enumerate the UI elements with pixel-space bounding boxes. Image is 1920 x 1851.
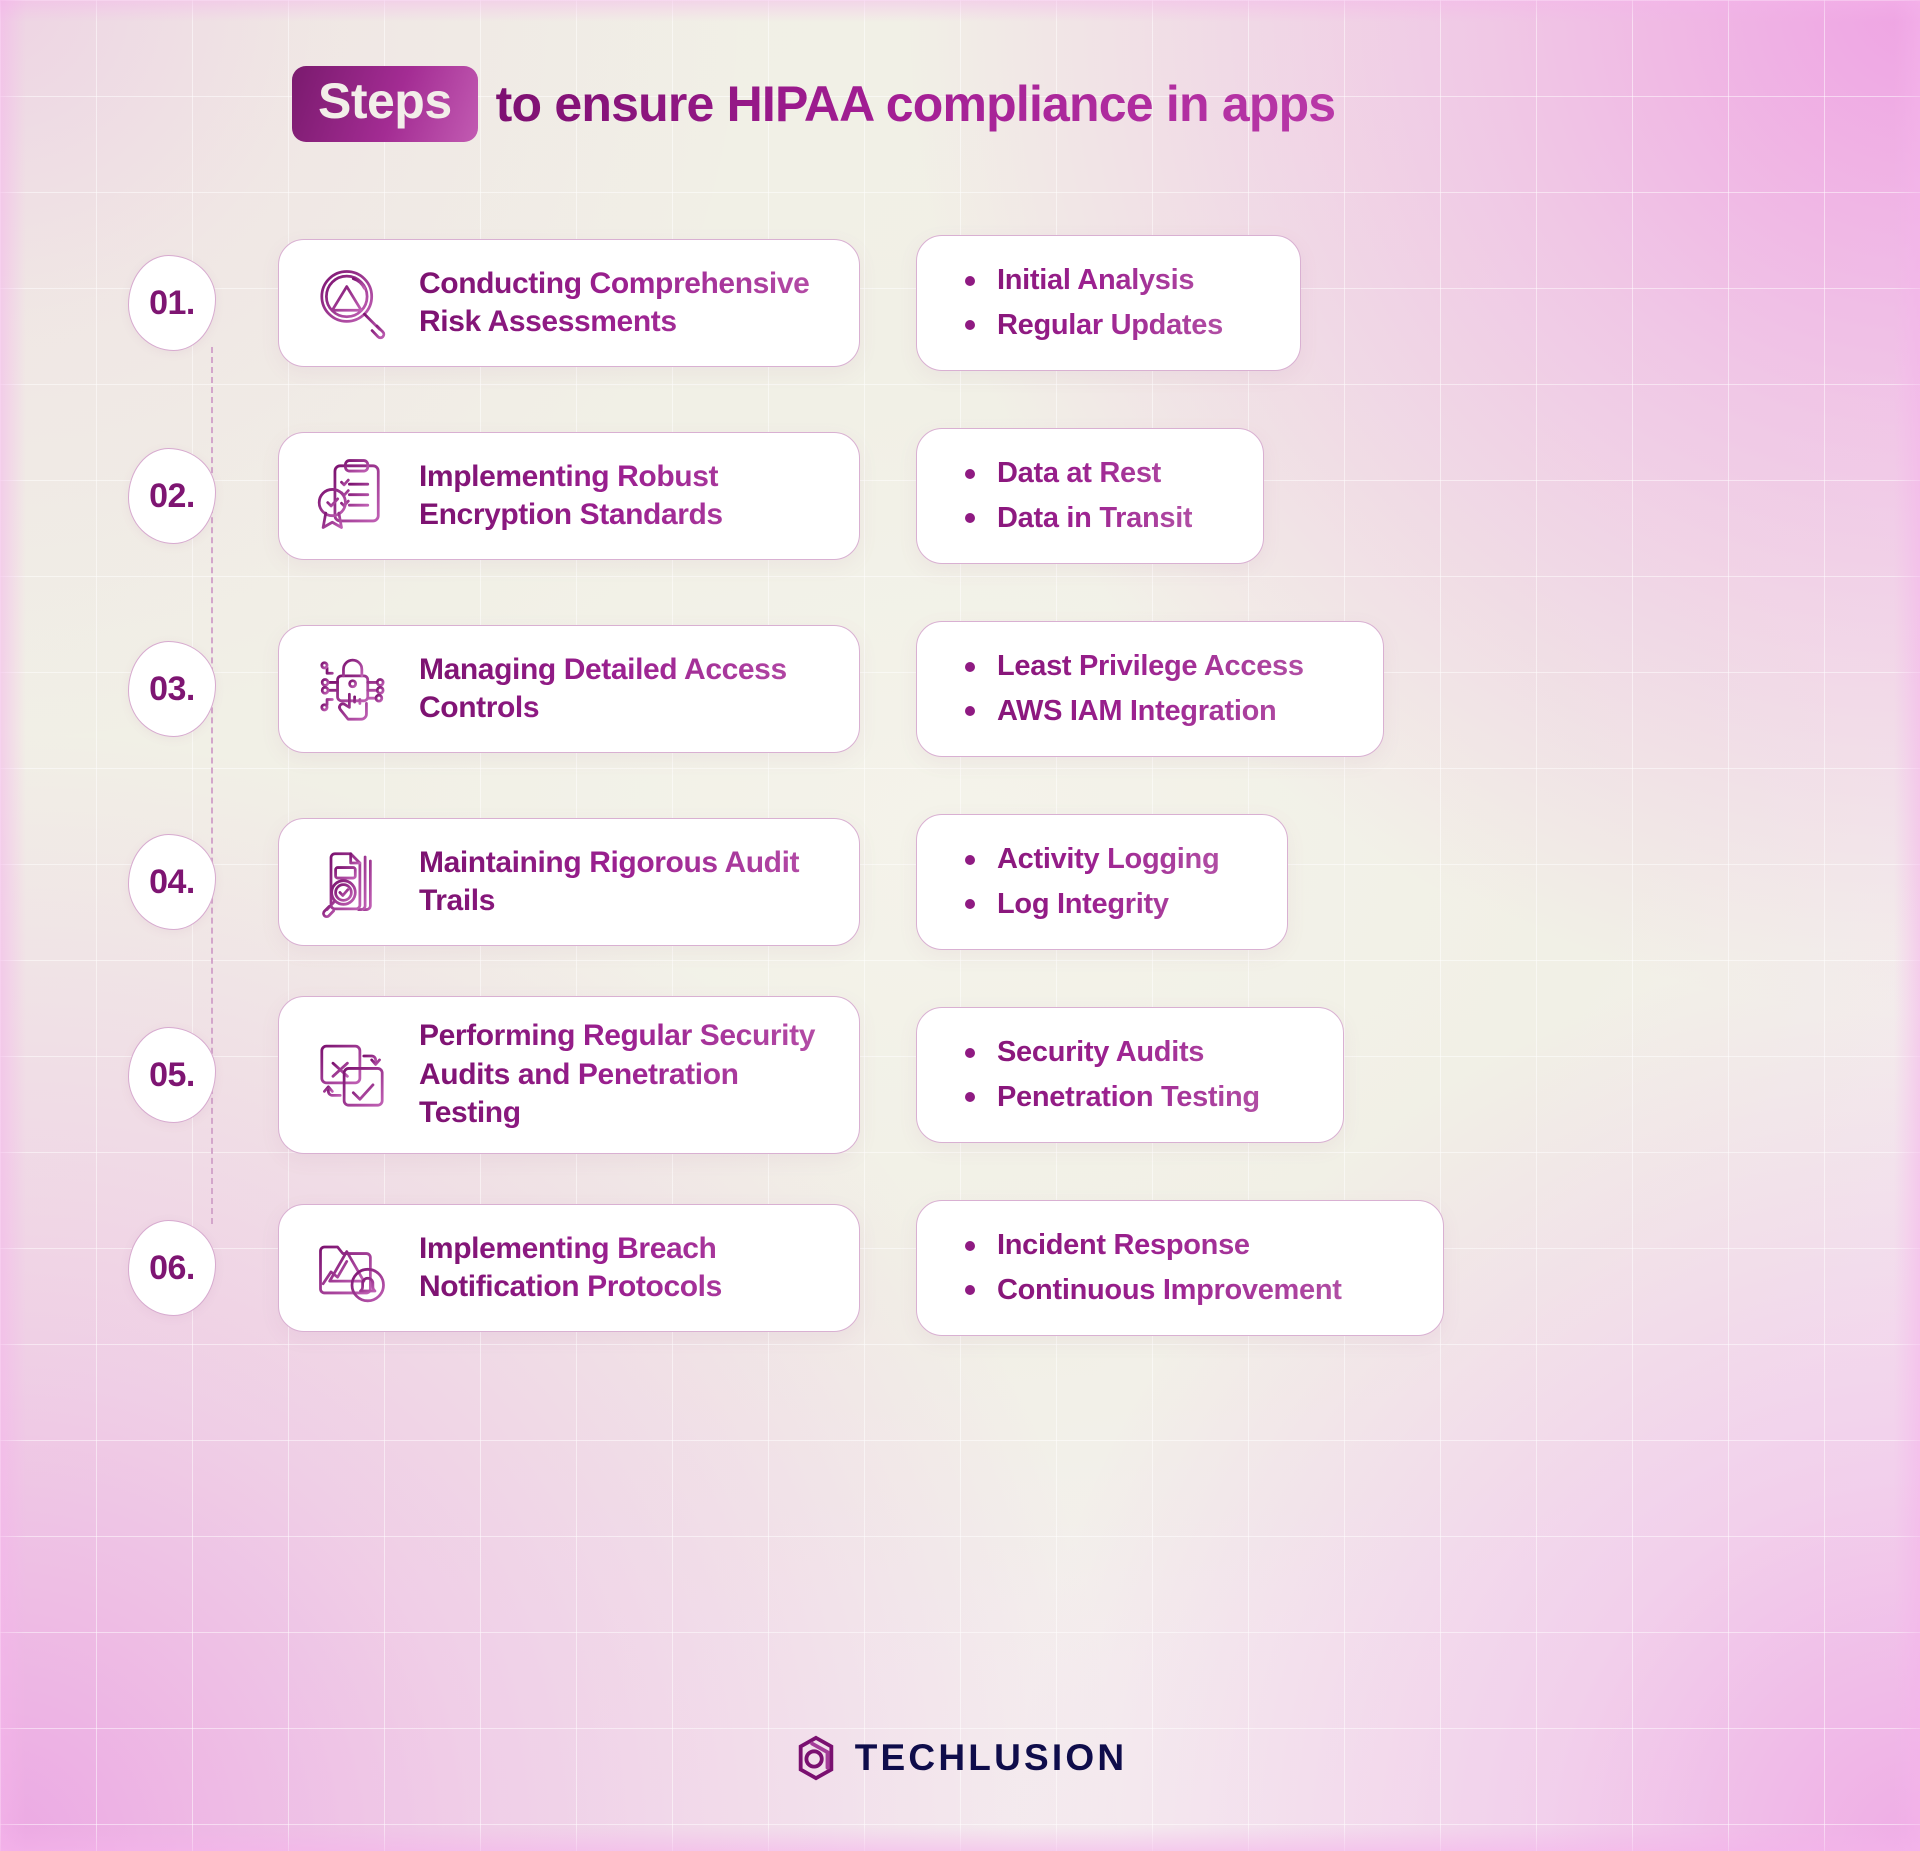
step-row: 02. Implementing Robust Encryption Stand… — [0, 421, 1920, 571]
bullet-item: Continuous Improvement — [961, 1268, 1342, 1313]
step-title-card[interactable]: Implementing Robust Encryption Standards — [278, 432, 860, 560]
step-row: 05. Performing Regular Security Audits a… — [0, 996, 1920, 1154]
encryption-checklist-badge-icon — [309, 453, 395, 539]
step-bullets-card[interactable]: Security Audits Penetration Testing — [916, 1007, 1344, 1143]
bullet-list: Initial Analysis Regular Updates — [961, 258, 1223, 348]
risk-assessment-magnifier-warning-icon — [309, 260, 395, 346]
step-row: 06. Implementing Breach Notification Pro… — [0, 1193, 1920, 1343]
bullet-item: Activity Logging — [961, 837, 1220, 882]
step-bullets-card[interactable]: Activity Logging Log Integrity — [916, 814, 1288, 950]
bullet-item: Data at Rest — [961, 451, 1192, 496]
bullet-item: Log Integrity — [961, 882, 1219, 927]
security-audit-windows-check-cross-icon — [309, 1032, 395, 1118]
step-number: 02. — [149, 476, 195, 515]
breach-notification-folder-bell-icon — [309, 1225, 395, 1311]
bullet-list: Least Privilege Access AWS IAM Integratio… — [961, 644, 1304, 734]
step-number-badge: 02. — [128, 448, 216, 544]
brand-name: TECHLUSION — [854, 1737, 1128, 1778]
bullet-list: Incident Response Continuous Improvement — [961, 1223, 1342, 1313]
step-bullets-card[interactable]: Initial Analysis Regular Updates — [916, 235, 1301, 371]
audit-documents-magnifier-check-icon — [309, 839, 395, 925]
access-control-lock-circuit-icon — [309, 646, 395, 732]
bullet-item: Regular Updates — [961, 303, 1223, 348]
step-title-card[interactable]: Maintaining Rigorous Audit Trails — [278, 818, 860, 946]
step-title-card[interactable]: Conducting Comprehensive Risk Assessment… — [278, 239, 860, 367]
step-title: Implementing Robust Encryption Standards — [419, 458, 835, 535]
bullet-list: Data at Rest Data in Transit — [961, 451, 1193, 541]
step-row: 04. Maintaining Rigorous Audit Trails Ac… — [0, 807, 1920, 957]
step-number-badge: 05. — [128, 1027, 216, 1123]
step-number: 03. — [149, 669, 195, 708]
bullet-item: Security Audits — [961, 1030, 1260, 1075]
page-title: to ensure HIPAA compliance in apps — [495, 76, 1336, 132]
bullet-item: Data in Transit — [961, 496, 1193, 541]
bullet-list: Security Audits Penetration Testing — [961, 1030, 1260, 1120]
step-bullets-card[interactable]: Incident Response Continuous Improvement — [916, 1200, 1444, 1336]
bullet-item: Initial Analysis — [961, 258, 1223, 303]
infographic-page: Steps to ensure HIPAA compliance in apps… — [0, 0, 1920, 1851]
bullet-item: Penetration Testing — [961, 1075, 1260, 1120]
bullet-item: AWS IAM Integration — [961, 689, 1304, 734]
techlusion-hexagon-logo-icon — [793, 1735, 839, 1781]
step-number: 01. — [149, 283, 195, 322]
bullet-item: Least Privilege Access — [961, 644, 1304, 689]
step-row: 01. Conducting Comprehensive Risk Assess… — [0, 228, 1920, 378]
step-number-badge: 03. — [128, 641, 216, 737]
step-number: 05. — [149, 1055, 195, 1094]
step-number-badge: 04. — [128, 834, 216, 930]
step-number: 04. — [149, 862, 195, 901]
step-number-badge: 06. — [128, 1220, 216, 1316]
step-title: Performing Regular Security Audits and P… — [419, 1017, 835, 1132]
step-row: 03. Managing Detailed Access Controls Le… — [0, 614, 1920, 764]
step-title-card[interactable]: Managing Detailed Access Controls — [278, 625, 860, 753]
bullet-item: Incident Response — [961, 1223, 1342, 1268]
step-number: 06. — [149, 1248, 195, 1287]
page-header: Steps to ensure HIPAA compliance in apps — [292, 66, 1336, 142]
bullet-list: Activity Logging Log Integrity — [961, 837, 1220, 927]
step-title: Maintaining Rigorous Audit Trails — [419, 844, 835, 921]
steps-pill-label: Steps — [292, 66, 478, 142]
step-title-card[interactable]: Performing Regular Security Audits and P… — [278, 996, 860, 1154]
step-title: Conducting Comprehensive Risk Assessment… — [419, 265, 835, 342]
step-title: Managing Detailed Access Controls — [419, 651, 835, 728]
steps-list: 01. Conducting Comprehensive Risk Assess… — [0, 228, 1920, 1343]
step-bullets-card[interactable]: Data at Rest Data in Transit — [916, 428, 1264, 564]
footer-branding: TECHLUSION — [0, 1735, 1920, 1781]
step-title: Implementing Breach Notification Protoco… — [419, 1230, 835, 1307]
step-number-badge: 01. — [128, 255, 216, 351]
step-bullets-card[interactable]: Least Privilege Access AWS IAM Integratio… — [916, 621, 1384, 757]
step-title-card[interactable]: Implementing Breach Notification Protoco… — [278, 1204, 860, 1332]
